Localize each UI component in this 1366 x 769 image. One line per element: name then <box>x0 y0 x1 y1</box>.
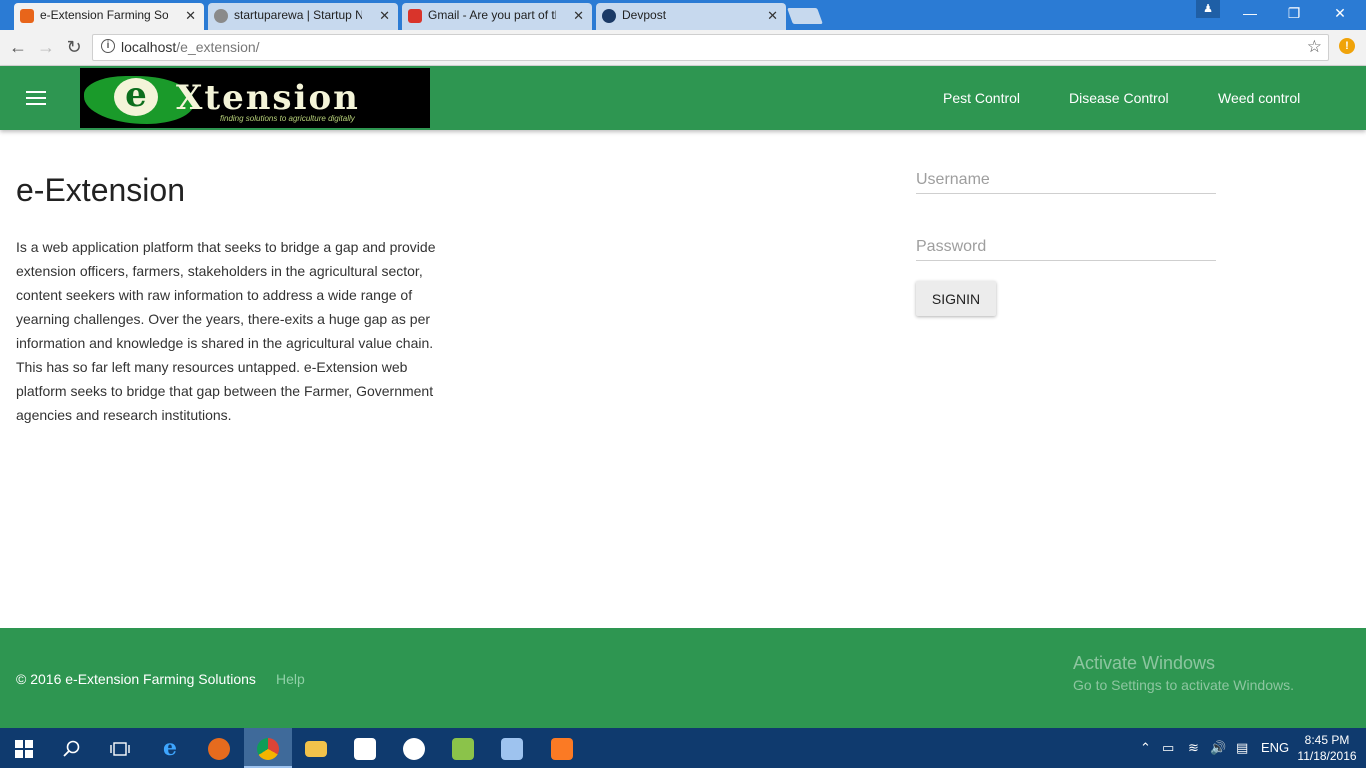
nav-weed-control[interactable]: Weed control <box>1218 90 1300 106</box>
battery-icon[interactable]: ▭ <box>1162 728 1174 768</box>
footer-help-link[interactable]: Help <box>276 671 305 687</box>
restore-button[interactable]: ❐ <box>1272 0 1316 28</box>
footer-copyright: © 2016 e-Extension Farming Solutions <box>16 671 256 687</box>
search-icon[interactable] <box>48 728 96 768</box>
browser-tabstrip: e-Extension Farming Solu ✕ startuparewa … <box>0 0 1366 30</box>
extension-alert-icon[interactable]: ! <box>1339 38 1355 54</box>
location-favicon-icon <box>214 9 228 23</box>
app-header: e Xtension finding solutions to agricult… <box>0 66 1366 130</box>
minimize-button[interactable]: — <box>1228 0 1272 28</box>
tab-title: e-Extension Farming Solu <box>40 8 168 22</box>
url-path: /e_extension/ <box>176 39 260 55</box>
store-icon[interactable] <box>341 728 389 768</box>
chrome-icon[interactable] <box>244 728 292 768</box>
address-bar[interactable]: i localhost/e_extension/ ☆ <box>92 34 1329 61</box>
logo-wordmark: Xtension <box>176 78 360 118</box>
close-tab-icon[interactable]: ✕ <box>767 3 778 28</box>
tab-title: startuparewa | Startup N <box>234 8 362 22</box>
edge-browser-icon[interactable]: e <box>146 728 194 768</box>
hp-icon[interactable] <box>390 728 438 768</box>
password-input[interactable] <box>916 233 1216 261</box>
xampp-favicon-icon <box>20 9 34 23</box>
reload-icon[interactable]: ↻ <box>62 36 86 60</box>
reader-app-icon[interactable] <box>488 728 536 768</box>
bookmark-star-icon[interactable]: ☆ <box>1307 37 1322 57</box>
activate-windows-title: Activate Windows <box>1073 653 1216 673</box>
tab-e-extension[interactable]: e-Extension Farming Solu ✕ <box>14 3 204 30</box>
close-tab-icon[interactable]: ✕ <box>573 3 584 28</box>
activate-windows-subtitle: Go to Settings to activate Windows. <box>1073 677 1294 693</box>
new-tab-button[interactable] <box>787 8 823 24</box>
tab-gmail[interactable]: Gmail - Are you part of th ✕ <box>402 3 592 30</box>
browser-toolbar: ← → ↻ i localhost/e_extension/ ☆ ! <box>0 30 1366 66</box>
nav-disease-control[interactable]: Disease Control <box>1069 90 1169 106</box>
user-profile-icon[interactable]: ♟ <box>1196 0 1220 18</box>
tab-title: Gmail - Are you part of th <box>428 8 556 22</box>
gmail-favicon-icon <box>408 9 422 23</box>
firefox-icon[interactable] <box>195 728 243 768</box>
clock-time: 8:45 PM <box>1304 733 1350 747</box>
nav-pest-control[interactable]: Pest Control <box>943 90 1020 106</box>
forward-icon[interactable]: → <box>34 36 58 60</box>
page-title: e-Extension <box>16 172 185 208</box>
tab-title: Devpost <box>622 8 667 22</box>
url-host: localhost <box>121 39 177 55</box>
xampp-icon[interactable] <box>538 728 586 768</box>
username-input[interactable] <box>916 166 1216 194</box>
show-hidden-icons-chevron-icon[interactable]: ⌃ <box>1140 728 1151 768</box>
signin-button[interactable]: SIGNIN <box>916 281 996 316</box>
close-window-button[interactable]: ✕ <box>1318 0 1362 28</box>
url-text: localhost/e_extension/ <box>121 39 260 55</box>
site-logo[interactable]: e Xtension finding solutions to agricult… <box>80 68 430 128</box>
system-clock[interactable]: 8:45 PM 11/18/2016 <box>1296 732 1358 764</box>
logo-e-letter: e <box>114 78 158 116</box>
tab-devpost[interactable]: Devpost ✕ <box>596 3 786 30</box>
task-view-icon[interactable] <box>96 728 144 768</box>
devpost-favicon-icon <box>602 9 616 23</box>
tab-startuparewa[interactable]: startuparewa | Startup N ✕ <box>208 3 398 30</box>
logo-tagline: finding solutions to agriculture digital… <box>220 114 355 123</box>
notification-icon[interactable]: ▤ <box>1236 728 1248 768</box>
back-icon[interactable]: ← <box>6 36 30 60</box>
info-icon[interactable]: i <box>101 39 115 53</box>
wifi-icon[interactable]: ≋ <box>1188 728 1199 768</box>
close-tab-icon[interactable]: ✕ <box>185 3 196 28</box>
menu-icon[interactable] <box>26 91 46 105</box>
notepad-icon[interactable] <box>439 728 487 768</box>
close-tab-icon[interactable]: ✕ <box>379 3 390 28</box>
language-indicator[interactable]: ENG <box>1261 728 1289 768</box>
page-footer: © 2016 e-Extension Farming Solutions Hel… <box>0 628 1366 728</box>
windows-taskbar: e ⌃ ▭ ≋ 🔊 ▤ ENG 8:45 PM 11/18/2016 <box>0 728 1366 768</box>
windows-start-icon[interactable] <box>0 728 48 768</box>
clock-date: 11/18/2016 <box>1297 749 1357 763</box>
page-description: Is a web application platform that seeks… <box>16 239 436 423</box>
volume-icon[interactable]: 🔊 <box>1210 728 1226 768</box>
file-explorer-icon[interactable] <box>292 728 340 768</box>
